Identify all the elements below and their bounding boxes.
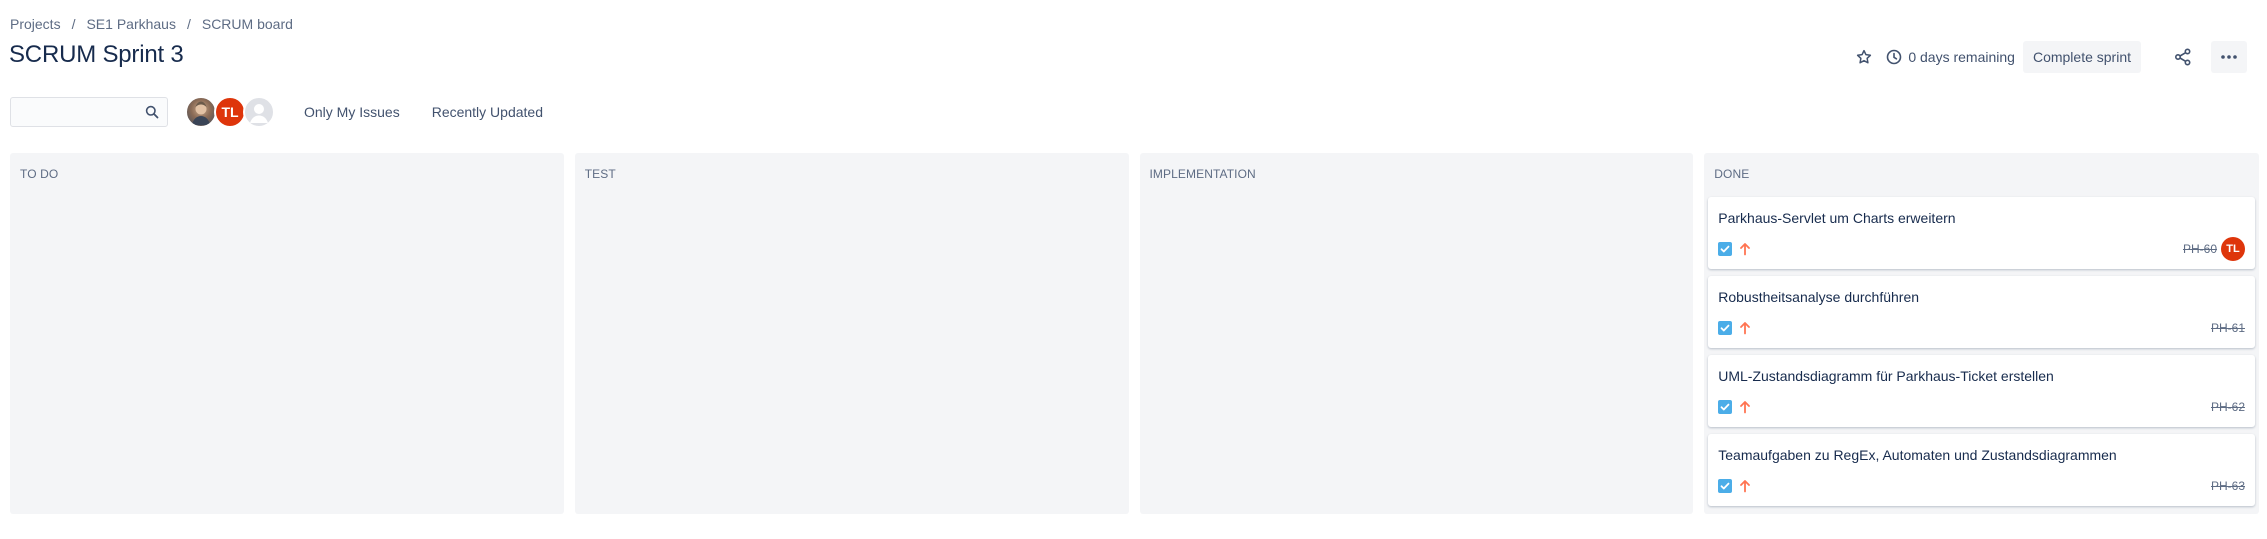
card-footer: PH-60 TL bbox=[1718, 237, 2245, 261]
filter-only-my-issues[interactable]: Only My Issues bbox=[304, 104, 400, 120]
sprint-remaining: 0 days remaining bbox=[1886, 49, 2015, 65]
page-title: SCRUM Sprint 3 bbox=[9, 41, 184, 68]
card-key[interactable]: PH-60 bbox=[2183, 242, 2217, 256]
breadcrumb: Projects / SE1 Parkhaus / SCRUM board bbox=[10, 16, 293, 32]
search-input[interactable] bbox=[11, 98, 147, 126]
card-footer: PH-62 bbox=[1718, 396, 2245, 418]
search-box bbox=[10, 97, 168, 127]
more-icon bbox=[2221, 55, 2237, 59]
task-type-icon bbox=[1718, 242, 1733, 256]
breadcrumb-projects[interactable]: Projects bbox=[10, 16, 61, 32]
column-title: TO DO bbox=[20, 167, 59, 181]
column-implementation: IMPLEMENTATION bbox=[1139, 153, 1694, 514]
header-actions: 0 days remaining Complete sprint bbox=[1852, 41, 2247, 73]
card-footer: PH-63 bbox=[1718, 475, 2245, 497]
clock-icon bbox=[1886, 49, 1902, 65]
avatar[interactable] bbox=[243, 96, 275, 128]
star-icon bbox=[1855, 48, 1873, 66]
task-type-icon bbox=[1718, 479, 1733, 493]
breadcrumb-separator: / bbox=[71, 16, 76, 32]
breadcrumb-board[interactable]: SCRUM board bbox=[202, 16, 293, 32]
search-icon bbox=[145, 105, 159, 119]
column-title: IMPLEMENTATION bbox=[1149, 167, 1256, 181]
issue-card[interactable]: Teamaufgaben zu RegEx, Automaten und Zus… bbox=[1708, 434, 2255, 506]
board-columns: TO DO TEST IMPLEMENTATION DONE Parkhaus-… bbox=[10, 153, 2259, 514]
card-summary: Teamaufgaben zu RegEx, Automaten und Zus… bbox=[1718, 447, 2117, 463]
breadcrumb-separator: / bbox=[186, 16, 191, 32]
task-type-icon bbox=[1718, 400, 1733, 414]
filter-recently-updated[interactable]: Recently Updated bbox=[432, 104, 543, 120]
card-summary: UML-Zustandsdiagramm für Parkhaus-Ticket… bbox=[1718, 368, 2054, 384]
task-type-icon bbox=[1718, 321, 1733, 335]
card-assignee-avatar: TL bbox=[2221, 237, 2245, 261]
complete-sprint-button[interactable]: Complete sprint bbox=[2022, 41, 2141, 73]
share-button[interactable] bbox=[2167, 41, 2199, 73]
avatar-filter-group: TL bbox=[185, 96, 275, 128]
priority-high-icon bbox=[1738, 479, 1752, 493]
issue-card[interactable]: Robustheitsanalyse durchführen PH-61 bbox=[1708, 276, 2255, 348]
star-button[interactable] bbox=[1852, 45, 1876, 69]
board-toolbar: TL Only My Issues Recently Updated bbox=[10, 96, 543, 128]
card-footer: PH-61 bbox=[1718, 317, 2245, 339]
avatar[interactable] bbox=[185, 96, 217, 128]
share-icon bbox=[2174, 48, 2192, 66]
remaining-text: 0 days remaining bbox=[1908, 49, 2015, 65]
card-key[interactable]: PH-61 bbox=[2211, 321, 2245, 335]
card-key[interactable]: PH-63 bbox=[2211, 479, 2245, 493]
priority-high-icon bbox=[1738, 242, 1752, 256]
column-title: DONE bbox=[1714, 167, 1750, 181]
card-list: Parkhaus-Servlet um Charts erweitern PH-… bbox=[1708, 197, 2255, 513]
breadcrumb-project[interactable]: SE1 Parkhaus bbox=[86, 16, 176, 32]
card-summary: Robustheitsanalyse durchführen bbox=[1718, 289, 1920, 305]
issue-card[interactable]: UML-Zustandsdiagramm für Parkhaus-Ticket… bbox=[1708, 355, 2255, 427]
column-todo: TO DO bbox=[10, 153, 564, 514]
more-button[interactable] bbox=[2211, 41, 2247, 73]
priority-high-icon bbox=[1738, 400, 1752, 414]
priority-high-icon bbox=[1738, 321, 1752, 335]
card-key[interactable]: PH-62 bbox=[2211, 400, 2245, 414]
column-title: TEST bbox=[584, 167, 616, 181]
avatar[interactable]: TL bbox=[214, 96, 246, 128]
column-done: DONE Parkhaus-Servlet um Charts erweiter… bbox=[1704, 153, 2259, 514]
card-summary: Parkhaus-Servlet um Charts erweitern bbox=[1718, 210, 1956, 226]
column-test: TEST bbox=[574, 153, 1129, 514]
issue-card[interactable]: Parkhaus-Servlet um Charts erweitern PH-… bbox=[1708, 197, 2255, 269]
